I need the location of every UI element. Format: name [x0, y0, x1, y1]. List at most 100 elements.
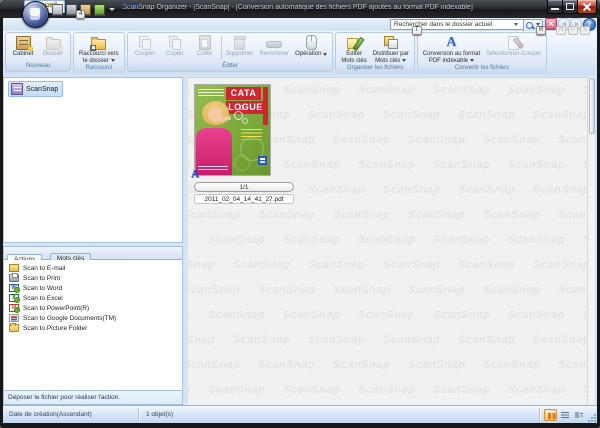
- pdf-thumbnail[interactable]: CATA LOGUE: [194, 84, 271, 176]
- maximize-button[interactable]: [562, 0, 578, 14]
- cover-bubble: [239, 105, 244, 110]
- list-view-button[interactable]: [558, 409, 571, 421]
- action-scan-to-excel[interactable]: X Scan to Excel: [4, 293, 182, 303]
- thumbnail-view-button[interactable]: [544, 409, 557, 421]
- watermark-text: ScanSnap: [383, 334, 440, 346]
- editer-mots-cles-button[interactable]: Éditer Mots clés: [338, 34, 369, 64]
- raccourci-dossier-button[interactable]: Raccourci vers le dossier: [76, 34, 122, 64]
- action-scan-to-word[interactable]: W Scan to Word: [4, 283, 182, 293]
- watermark-text: ScanSnap: [188, 384, 190, 396]
- watermark-text: ScanSnap: [258, 284, 315, 296]
- keytip-qat: 4: [76, 10, 85, 19]
- actions-panel-header: Actions Mots clés: [4, 247, 182, 260]
- tree-item-scansnap[interactable]: ScanSnap: [8, 81, 63, 97]
- scan-icon[interactable]: [94, 4, 105, 15]
- actions-list: Scan to E-mail Scan to Print W Scan to W…: [4, 260, 182, 389]
- scrollbar-thumb[interactable]: [589, 78, 595, 134]
- selectionner-couper-button[interactable]: Sélectionner-Couper: [483, 34, 544, 64]
- tab-actions[interactable]: Actions: [110, 0, 149, 13]
- vertical-scrollbar[interactable]: [587, 77, 595, 405]
- view-mode-icon[interactable]: [52, 4, 63, 15]
- resize-grip-icon[interactable]: [588, 414, 596, 422]
- action-scan-to-picture-folder[interactable]: Scan to Picture Folder: [4, 323, 182, 333]
- file-list-view[interactable]: ScanSnap ScanSnap ScanSnap ScanSnap ScanSnap…: [188, 77, 587, 406]
- ribbon-group-convertir: A Conversion au format PDF indexable Sél…: [417, 32, 547, 72]
- distribuer-mots-cles-button[interactable]: Distribuer par Mots clés: [370, 34, 412, 64]
- watermark-text: ScanSnap: [283, 84, 340, 96]
- renommer-button[interactable]: Renommer: [256, 34, 292, 62]
- watermark-text: ScanSnap: [333, 284, 390, 296]
- tree-item-label: ScanSnap: [26, 86, 58, 93]
- cover-title-line1: CATA: [226, 87, 261, 100]
- file-name[interactable]: 2011_02_04_14_41_27.pdf: [194, 194, 294, 204]
- action-scan-to-powerpoint[interactable]: P Scan to PowerPoint(R): [4, 303, 182, 313]
- close-button[interactable]: [577, 0, 597, 14]
- keytip-forward: P: [568, 26, 578, 35]
- conversion-pdf-button[interactable]: A Conversion au format PDF indexable: [420, 34, 483, 64]
- pdf-a-icon: A: [446, 36, 456, 50]
- keytip-search-button: R: [536, 26, 546, 35]
- application-menu-button[interactable]: [22, 1, 49, 28]
- watermark-text: ScanSnap: [508, 159, 565, 171]
- supprimer-button[interactable]: Supprimer: [223, 34, 257, 62]
- ribbon-group-organiser: Éditer Mots clés Distribuer par Mots clé…: [335, 32, 414, 72]
- group-label-editer: Éditer: [128, 62, 333, 71]
- watermark-text: ScanSnap: [458, 334, 515, 346]
- searchable-pdf-marker: A: [191, 168, 199, 180]
- watermark-text: ScanSnap: [433, 309, 490, 321]
- qat-customize-arrow-icon[interactable]: [109, 8, 115, 11]
- watermark-text: ScanSnap: [433, 234, 490, 246]
- watermark-text: ScanSnap: [333, 359, 390, 371]
- paste-icon: [199, 35, 211, 50]
- drop-hint-text: Déposer le fichier pour réaliser l'actio…: [4, 390, 182, 404]
- action-scan-to-print[interactable]: Scan to Print: [4, 273, 182, 283]
- watermark-text: ScanSnap: [188, 209, 240, 221]
- status-bar: Date de création(Ascendant) 1 objet(s): [3, 405, 597, 423]
- watermark-text: ScanSnap: [383, 184, 440, 196]
- watermark-text: ScanSnap: [208, 234, 265, 246]
- keytip-back: N: [556, 26, 566, 35]
- action-scan-to-google-documents[interactable]: Scan to Google Documents(TM): [4, 313, 182, 323]
- watermark-text: ScanSnap: [483, 284, 540, 296]
- watermark-text: ScanSnap: [188, 334, 215, 346]
- copier-button[interactable]: Copier: [160, 34, 190, 62]
- watermark-text: ScanSnap: [433, 159, 490, 171]
- dropdown-arrow-icon: [402, 59, 406, 62]
- dossier-button[interactable]: Dossier: [38, 34, 68, 62]
- detail-view-button[interactable]: [572, 409, 585, 421]
- object-count: 1 objet(s): [146, 411, 173, 418]
- watermark-text: ScanSnap: [558, 284, 587, 296]
- cabinet-icon: [16, 36, 31, 50]
- watermark-text: ScanSnap: [358, 234, 415, 246]
- watermark-text: ScanSnap: [558, 209, 587, 221]
- watermark-text: ScanSnap: [333, 134, 390, 146]
- cover-publisher-logo: [258, 156, 267, 165]
- action-scan-to-email[interactable]: Scan to E-mail: [4, 263, 182, 273]
- page-indicator[interactable]: 1/1: [194, 182, 294, 192]
- cabinet-button[interactable]: Cabinet: [8, 34, 38, 62]
- couper-button[interactable]: Couper: [130, 34, 160, 62]
- operation-button[interactable]: Opération: [292, 34, 330, 62]
- watermark-text: ScanSnap: [433, 384, 490, 396]
- coller-button[interactable]: Coller: [190, 34, 220, 62]
- dropdown-arrow-icon: [323, 53, 327, 56]
- watermark-text: ScanSnap: [188, 359, 240, 371]
- group-label-nouveau: Nouveau: [6, 62, 70, 71]
- watermark-text: ScanSnap: [458, 109, 515, 121]
- watermark-text: ScanSnap: [188, 234, 190, 246]
- word-icon: W: [9, 284, 19, 292]
- group-separator: [221, 36, 222, 60]
- watermark-text: ScanSnap: [283, 384, 340, 396]
- search-history-arrow-icon[interactable]: [514, 23, 518, 26]
- minimize-button[interactable]: [547, 0, 563, 14]
- watermark-text: ScanSnap: [408, 284, 465, 296]
- watermark-text: ScanSnap: [533, 334, 587, 346]
- watermark-text: ScanSnap: [358, 384, 415, 396]
- keytip-search-input: T: [412, 26, 422, 35]
- picture-folder-icon: [9, 324, 19, 332]
- watermark-text: ScanSnap: [383, 259, 440, 271]
- folder-shortcut-icon: [91, 39, 106, 50]
- keytip-help: S: [580, 26, 590, 35]
- email-icon: [9, 264, 19, 272]
- group-label-raccourci: Raccourci: [74, 64, 124, 73]
